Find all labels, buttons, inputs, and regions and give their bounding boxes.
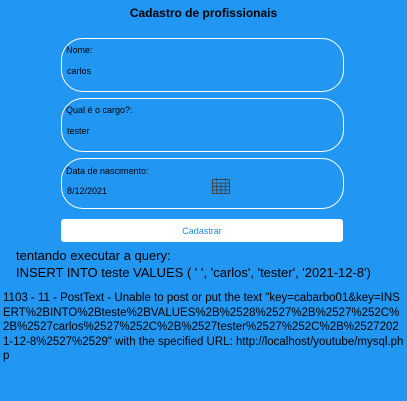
name-value[interactable]: carlos <box>67 66 91 76</box>
calendar-icon[interactable] <box>211 178 231 195</box>
error-message: 1103 - 11 - PostText - Unable to post or… <box>3 292 404 362</box>
query-label: tentando executar a query: <box>16 248 171 263</box>
role-label: Qual é o cargo?: <box>66 105 133 115</box>
role-field[interactable]: Qual é o cargo?: tester <box>61 98 344 152</box>
birthdate-value[interactable]: 8/12/2021 <box>67 186 107 196</box>
birthdate-label: Data de nascimento: <box>66 166 149 176</box>
page-title: Cadastro de profissionais <box>129 6 278 20</box>
name-label: Nome: <box>66 45 93 55</box>
birthdate-field[interactable]: Data de nascimento: 8/12/2021 <box>61 158 344 209</box>
role-value[interactable]: tester <box>67 126 90 136</box>
submit-button[interactable]: Cadastrar <box>61 219 343 242</box>
name-field[interactable]: Nome: carlos <box>61 38 344 92</box>
query-text: INSERT INTO teste VALUES ( ' ', 'carlos'… <box>16 265 371 280</box>
